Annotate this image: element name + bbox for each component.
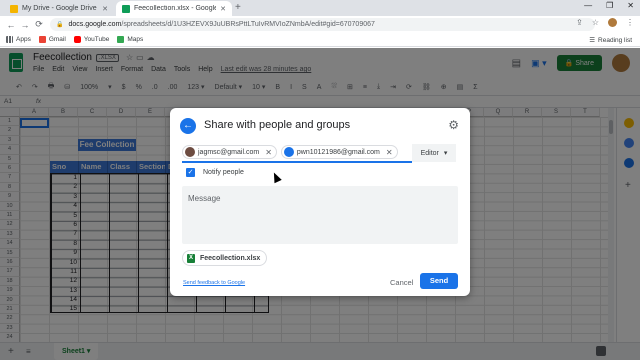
remove-recipient-icon[interactable]: ✕	[265, 148, 272, 157]
window-controls: — ❐ ✕	[584, 1, 634, 10]
chevron-down-icon: ▾	[443, 150, 448, 157]
back-arrow-icon[interactable]: ←	[4, 20, 18, 30]
tab-title: Feecollection.xlsx - Google Shee	[134, 5, 217, 12]
recipients-input[interactable]: jagmsc@gmail.com ✕ pwn10121986@gmail.com…	[182, 143, 412, 163]
bookmark-label: YouTube	[83, 36, 110, 43]
notify-checkbox[interactable]: ✓	[186, 168, 195, 177]
dialog-title: Share with people and groups	[204, 119, 351, 131]
tab-my-drive[interactable]: My Drive - Google Drive ✕	[4, 1, 114, 16]
minimize-icon[interactable]: —	[584, 1, 592, 10]
recipient-chip[interactable]: pwn10121986@gmail.com ✕	[280, 145, 398, 159]
sheets-file-icon: X	[187, 253, 195, 263]
apps-grid-icon	[6, 36, 13, 43]
bookmark-label: Apps	[16, 36, 31, 43]
recipient-chip[interactable]: jagmsc@gmail.com ✕	[182, 145, 277, 159]
send-button[interactable]: Send	[420, 273, 458, 289]
recipient-avatar	[185, 147, 195, 157]
message-placeholder: Message	[188, 194, 221, 203]
share-dialog: ← Share with people and groups ⚙ jagmsc@…	[170, 108, 470, 296]
bookmark-gmail[interactable]: Gmail	[38, 36, 66, 43]
mouse-cursor-icon	[270, 170, 282, 184]
youtube-icon	[73, 36, 81, 43]
share-page-icon[interactable]: ⇪	[576, 18, 583, 27]
maximize-icon[interactable]: ❐	[606, 1, 613, 10]
role-select[interactable]: Editor ▾	[412, 144, 456, 162]
message-textarea[interactable]: Message	[182, 186, 458, 244]
cancel-button[interactable]: Cancel	[388, 275, 415, 290]
browser-tab-strip: My Drive - Google Drive ✕ Feecollection.…	[0, 0, 640, 16]
close-tab-icon[interactable]: ✕	[102, 5, 108, 13]
tab-feecollection[interactable]: Feecollection.xlsx - Google Shee ✕	[116, 1, 232, 16]
back-arrow-button[interactable]: ←	[180, 118, 196, 134]
close-window-icon[interactable]: ✕	[627, 1, 634, 10]
drive-favicon-icon	[10, 4, 18, 13]
attachment-name: Feecollection.xlsx	[200, 254, 261, 262]
send-feedback-link[interactable]: Send feedback to Google	[183, 280, 245, 286]
attachment-chip[interactable]: X Feecollection.xlsx	[182, 250, 268, 266]
bookmark-label: Maps	[127, 36, 144, 43]
recipient-email: jagmsc@gmail.com	[198, 148, 260, 156]
sheets-favicon-icon	[122, 4, 130, 13]
role-value: Editor	[420, 149, 439, 157]
gear-icon[interactable]: ⚙	[448, 118, 459, 132]
recipient-email: pwn10121986@gmail.com	[296, 148, 380, 156]
bookmark-youtube[interactable]: YouTube	[73, 36, 110, 43]
bookmark-star-icon[interactable]: ☆	[592, 18, 599, 27]
url-host: docs.google.com	[68, 21, 122, 28]
maps-icon	[117, 36, 125, 43]
bookmark-apps[interactable]: Apps	[6, 36, 31, 43]
url-path: /spreadsheets/d/1U3HZEVX9JuUBRsPttLTuIvR…	[121, 21, 375, 28]
remove-recipient-icon[interactable]: ✕	[386, 148, 393, 157]
reading-list-button[interactable]: ☰ Reading list	[589, 36, 632, 45]
new-tab-button[interactable]: +	[235, 2, 241, 13]
bookmark-maps[interactable]: Maps	[117, 36, 143, 43]
bookmarks-bar: Apps Gmail YouTube Maps ☰ Reading list	[0, 33, 640, 47]
reload-icon[interactable]: ⟳	[32, 19, 46, 30]
notify-people-row: ✓ Notify people	[186, 168, 244, 177]
gmail-icon	[38, 36, 46, 43]
menu-dots-icon[interactable]: ⋮	[626, 18, 634, 27]
back-arrow-icon: ←	[183, 120, 193, 131]
reading-list-label: Reading list	[598, 36, 632, 44]
recipient-avatar	[283, 147, 294, 157]
close-tab-icon[interactable]: ✕	[220, 5, 226, 13]
lock-icon: 🔒	[56, 22, 64, 28]
tab-title: My Drive - Google Drive	[22, 5, 97, 12]
forward-arrow-icon[interactable]: →	[18, 20, 32, 30]
url-input[interactable]: 🔒 docs.google.com/spreadsheets/d/1U3HZEV…	[50, 18, 595, 31]
bookmark-label: Gmail	[48, 36, 66, 43]
reading-list-icon: ☰	[589, 37, 596, 44]
address-bar-row: ← → ⟳ 🔒 docs.google.com/spreadsheets/d/1…	[0, 16, 640, 33]
notify-label: Notify people	[203, 169, 244, 176]
profile-icon[interactable]	[608, 18, 617, 27]
